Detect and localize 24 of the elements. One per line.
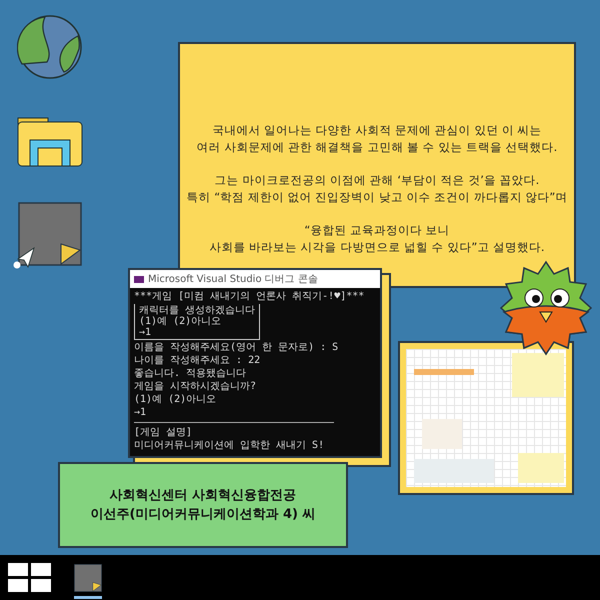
console-line: 이름을 작성해주세요(영어 한 문자로) : S — [134, 342, 340, 353]
console-line: 나이를 작성해주세요 : 22 — [134, 355, 262, 366]
cursor-icon — [12, 247, 36, 269]
file-icon[interactable] — [18, 202, 82, 266]
console-line: 좋습니다. 적용됐습니다 — [134, 368, 248, 379]
app-icon — [134, 276, 144, 282]
file-icon[interactable] — [74, 564, 102, 592]
article-paragraph: 그는 마이크로전공의 이점에 관해 ‘부담이 적은 것’을 꼽았다. 특히 “학점 제한이 없어 진입장벽이 낮고 이수 조건이 까다롭지 않다”며 — [186, 172, 568, 206]
article-paragraph: 국내에서 일어나는 다양한 사회적 문제에 관심이 있던 이 씨는 여러 사회문제에 관한 해결책을 고민해 볼 수 있는 트랙을 선택했다. — [196, 122, 558, 156]
console-line: ***게임 [미컴 새내기의 언론사 취직기-!♥]*** — [134, 291, 366, 302]
console-line: →1 — [134, 407, 148, 418]
console-title: Microsoft Visual Studio 디버그 콘솔 — [148, 273, 318, 286]
caption-text: 사회혁신센터 사회혁신융합전공 이선주(미디어커뮤니케이션학과 4) 씨 — [90, 487, 316, 524]
start-menu-icon[interactable] — [8, 562, 52, 592]
article-paragraph: “융합된 교육과정이다 보니 사회를 바라보는 시각을 다방면으로 넓힐 수 있다”고 설명했다. — [209, 222, 545, 256]
console-line: →1 — [139, 327, 152, 338]
console-line: (1)예 (2)아니오 — [139, 316, 222, 327]
console-line: 게임을 시작하시겠습니까? — [134, 381, 258, 392]
console-line: [게임 설명] — [134, 427, 194, 438]
console-line: 미디어커뮤니케이션에 입학한 새내기 S! — [134, 440, 326, 451]
console-line: (1)예 (2)아니오 — [134, 394, 218, 405]
console-line: 캐릭터를 생성하겠습니다 — [139, 305, 256, 316]
taskbar-app[interactable] — [74, 564, 102, 599]
globe-icon[interactable] — [17, 14, 83, 80]
